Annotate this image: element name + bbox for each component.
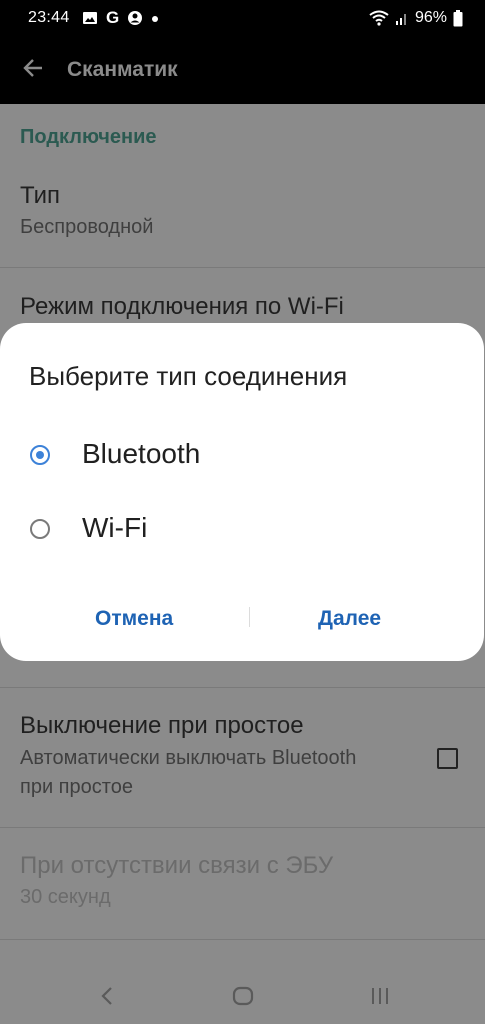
pref-title: Тип xyxy=(20,182,61,209)
pref-title: При отсутствии связи с ЭБУ xyxy=(20,852,334,879)
g-icon: G xyxy=(106,8,120,27)
status-bar: 23:44 G 96% xyxy=(0,0,485,36)
pref-wifi-mode[interactable]: Режим подключения по Wi-Fi xyxy=(20,293,465,321)
back-arrow-icon[interactable] xyxy=(22,57,44,79)
app-title: Сканматик xyxy=(67,58,178,81)
idle-off-checkbox[interactable] xyxy=(437,748,458,769)
pref-summary: Беспроводной xyxy=(20,216,154,238)
cancel-button[interactable]: Отмена xyxy=(95,607,173,631)
pref-summary: Автоматически выключать Bluetooth при пр… xyxy=(20,747,357,798)
navigation-bar xyxy=(0,956,485,1024)
radio-selected-icon[interactable] xyxy=(30,445,50,465)
option-label: Wi-Fi xyxy=(82,512,148,543)
dialog-title: Выберите тип соединения xyxy=(29,361,348,391)
notification-icons: G xyxy=(82,8,159,28)
option-label: Bluetooth xyxy=(82,438,201,469)
signal-icon xyxy=(395,14,406,25)
nav-home-icon[interactable] xyxy=(232,986,254,1006)
pref-idle-off[interactable]: Выключение при простое Автоматически вык… xyxy=(20,712,465,802)
connection-type-dialog: Выберите тип соединения Bluetooth Wi-Fi … xyxy=(0,323,484,661)
dot-icon xyxy=(152,16,159,22)
button-separator xyxy=(249,607,250,627)
option-bluetooth[interactable]: Bluetooth xyxy=(0,425,484,485)
divider xyxy=(0,939,485,940)
account-icon xyxy=(128,11,143,25)
pref-no-ecu: При отсутствии связи с ЭБУ 30 секунд xyxy=(20,852,465,909)
divider xyxy=(0,687,485,688)
radio-unselected-icon[interactable] xyxy=(30,519,50,539)
battery-percent: 96% xyxy=(414,9,447,26)
image-icon xyxy=(83,12,97,24)
wifi-icon xyxy=(369,10,389,26)
nav-recents-icon[interactable] xyxy=(370,986,390,1006)
app-bar: Сканматик xyxy=(0,36,485,104)
nav-back-icon[interactable] xyxy=(100,986,114,1006)
divider xyxy=(0,267,485,268)
status-right: 96% xyxy=(369,9,463,27)
section-header: Подключение xyxy=(20,126,157,148)
pref-title: Выключение при простое xyxy=(20,712,304,739)
pref-summary: 30 секунд xyxy=(20,886,111,908)
pref-title: Режим подключения по Wi-Fi xyxy=(20,293,344,320)
status-time: 23:44 xyxy=(28,9,70,26)
next-button[interactable]: Далее xyxy=(318,607,381,631)
pref-connection-type[interactable]: Тип Беспроводной xyxy=(20,182,465,239)
option-wifi[interactable]: Wi-Fi xyxy=(0,499,484,559)
divider xyxy=(0,827,485,828)
battery-icon xyxy=(453,9,463,26)
